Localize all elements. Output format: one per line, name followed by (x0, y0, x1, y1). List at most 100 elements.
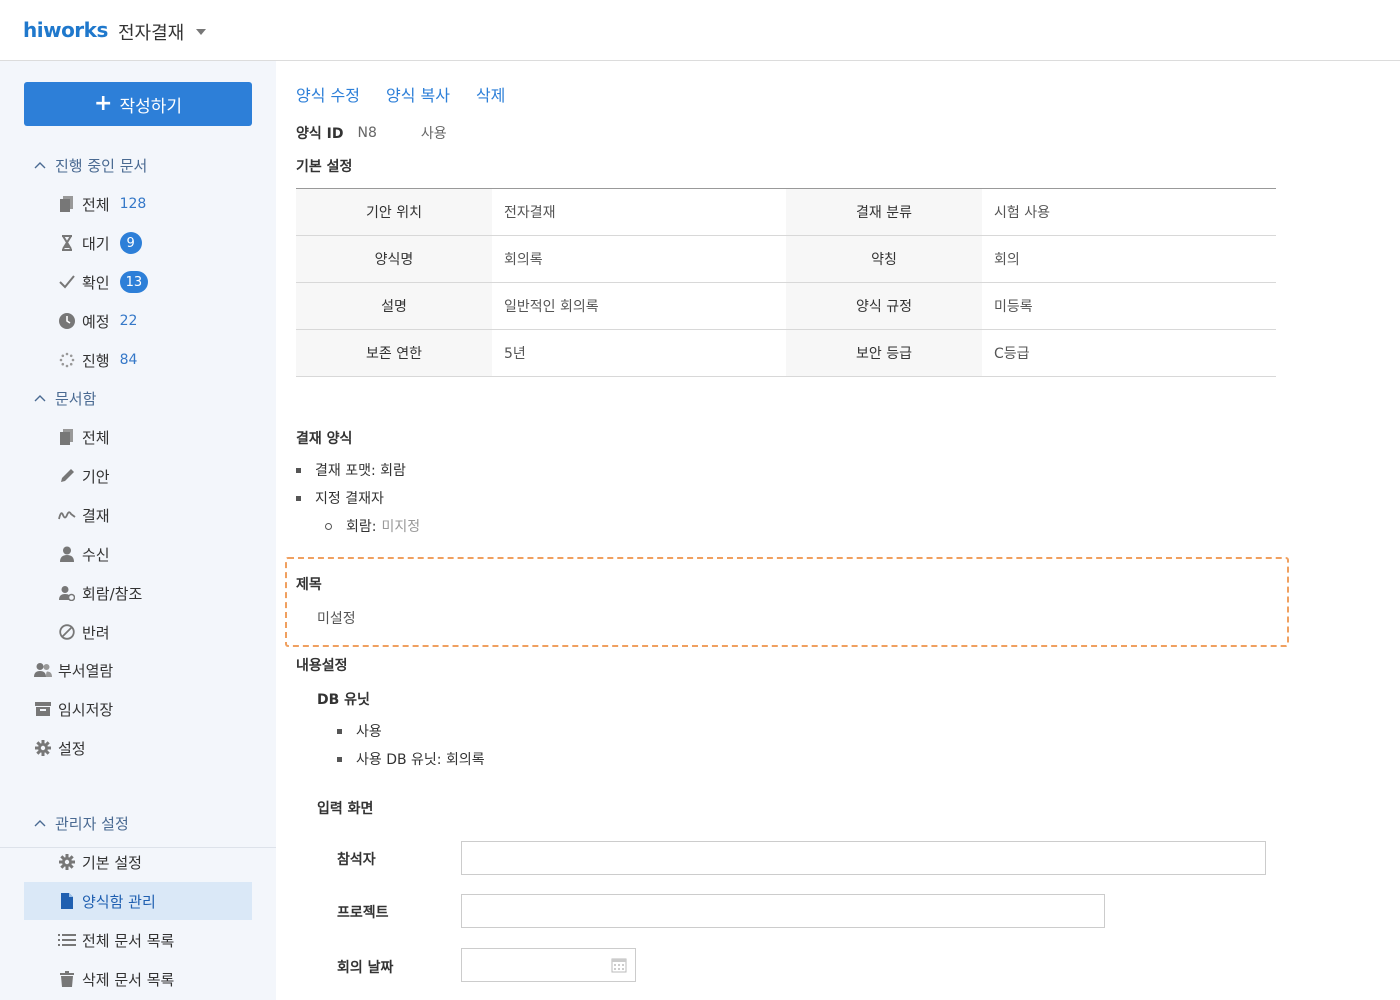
sidebar-item-waiting[interactable]: 대기 9 (58, 231, 142, 255)
form-id-value: N8 (357, 125, 377, 141)
sidebar-item-label: 임시저장 (58, 700, 114, 719)
clock-icon (58, 312, 76, 330)
sidebar-item-confirm[interactable]: 확인 13 (58, 270, 149, 294)
meeting-date-label: 회의 날짜 (337, 960, 394, 976)
list-item: 회람: 미지정 (325, 516, 420, 536)
attendees-input[interactable] (461, 841, 1266, 875)
list-item: 지정 결재자 (296, 488, 384, 508)
table-key: 보안 등급 (786, 329, 982, 377)
form-status: 사용 (420, 126, 447, 142)
sidebar-item-form-management[interactable]: 양식함 관리 (58, 889, 156, 913)
table-key: 양식명 (296, 235, 492, 283)
table-value: 회의록 (492, 235, 786, 283)
project-input[interactable] (461, 894, 1105, 928)
sidebar-item-department[interactable]: 부서열람 (34, 658, 113, 682)
sidebar-item-received[interactable]: 수신 (58, 542, 110, 566)
plus-icon: + (94, 91, 113, 116)
count-confirm-badge: 13 (119, 271, 149, 293)
documents-icon (58, 195, 76, 213)
delete-form-link[interactable]: 삭제 (476, 82, 505, 106)
count-ongoing: 84 (119, 352, 138, 368)
list-item: 사용 (337, 721, 382, 741)
sidebar-item-ongoing[interactable]: 진행 84 (58, 348, 137, 372)
sidebar-item-label: 대기 (82, 234, 110, 253)
sidebar-item-basic-settings[interactable]: 기본 설정 (58, 850, 142, 874)
copy-form-link[interactable]: 양식 복사 (386, 82, 450, 106)
section-admin-label: 관리자 설정 (55, 814, 129, 833)
edit-form-link[interactable]: 양식 수정 (296, 82, 360, 106)
section-docbox-label: 문서함 (55, 389, 97, 408)
subject-title: 제목 (296, 577, 322, 593)
section-in-progress[interactable]: 진행 중인 문서 (34, 153, 147, 177)
subject-value: 미설정 (317, 611, 356, 627)
app-switcher-caret-icon[interactable] (196, 29, 206, 35)
sidebar-item-approval[interactable]: 결재 (58, 503, 110, 527)
count-scheduled: 22 (119, 313, 138, 329)
input-screen-title: 입력 화면 (317, 801, 374, 817)
sidebar-item-label: 결재 (82, 506, 110, 525)
hiworks-logo[interactable]: hiworks (23, 18, 108, 42)
table-key: 기안 위치 (296, 188, 492, 236)
sidebar-item-settings[interactable]: 설정 (34, 736, 86, 760)
main-content: 양식 수정 양식 복사 삭제 양식 ID N8 사용 기본 설정 기안 위치 전… (276, 61, 1400, 1000)
project-label: 프로젝트 (337, 905, 389, 921)
table-value: 전자결재 (492, 188, 786, 236)
meeting-date-input[interactable] (461, 948, 636, 982)
attendees-label: 참석자 (337, 852, 376, 868)
basic-settings-table: 기안 위치 전자결재 결재 분류 시험 사용 양식명 회의록 약칭 회의 설명 … (296, 188, 1276, 377)
spinner-icon (58, 351, 76, 369)
users-icon (34, 661, 52, 679)
table-key: 보존 연한 (296, 329, 492, 377)
section-docbox[interactable]: 문서함 (34, 386, 96, 410)
sidebar-item-label: 반려 (82, 623, 110, 642)
sidebar-item-label: 기안 (82, 467, 110, 486)
table-key: 결재 분류 (786, 188, 982, 236)
sidebar-item-label: 전체 문서 목록 (82, 931, 175, 950)
checkmark-icon (58, 273, 76, 291)
db-unit-use-text: 사용 (356, 724, 382, 740)
signature-icon (58, 506, 76, 524)
bullet-circle-icon (325, 522, 332, 530)
table-row: 기안 위치 전자결재 결재 분류 시험 사용 (296, 188, 1276, 236)
document-icon (58, 892, 76, 910)
sidebar-item-all-documents[interactable]: 전체 문서 목록 (58, 928, 174, 952)
compose-button[interactable]: + 작성하기 (24, 82, 252, 126)
approval-format-text: 결재 포맷: 회람 (315, 463, 406, 479)
app-title[interactable]: 전자결재 (118, 19, 184, 45)
table-key: 설명 (296, 282, 492, 330)
table-value: 미등록 (982, 282, 1276, 330)
sidebar-item-deleted-documents[interactable]: 삭제 문서 목록 (58, 967, 174, 991)
sidebar-item-label: 수신 (82, 545, 110, 564)
user-share-icon (58, 584, 76, 602)
count-all: 128 (119, 196, 147, 212)
sidebar-item-temp-save[interactable]: 임시저장 (34, 697, 113, 721)
hourglass-icon (58, 234, 76, 252)
sidebar-item-label: 삭제 문서 목록 (82, 970, 175, 989)
compose-label: 작성하기 (119, 96, 182, 117)
table-value: 회의 (982, 235, 1276, 283)
bullet-square-icon (296, 495, 301, 501)
sidebar-item-scheduled[interactable]: 예정 22 (58, 309, 137, 333)
table-row: 양식명 회의록 약칭 회의 (296, 235, 1276, 283)
circulation-label: 회람: (346, 519, 377, 535)
section-admin[interactable]: 관리자 설정 (34, 811, 129, 835)
documents-icon (58, 428, 76, 446)
sidebar-item-label: 기본 설정 (82, 853, 142, 872)
calendar-icon[interactable] (611, 957, 627, 977)
sidebar-item-docbox-all[interactable]: 전체 (58, 425, 110, 449)
sidebar-item-circulation[interactable]: 회람/참조 (58, 581, 142, 605)
sidebar-item-all-in-progress[interactable]: 전체 128 (58, 192, 146, 216)
db-unit-title: DB 유닛 (317, 692, 370, 708)
chevron-up-icon (34, 394, 48, 402)
sidebar-item-draft[interactable]: 기안 (58, 464, 110, 488)
form-actions: 양식 수정 양식 복사 삭제 (296, 82, 505, 106)
pencil-icon (58, 467, 76, 485)
highlight-box (285, 557, 1289, 647)
bullet-square-icon (337, 756, 342, 762)
sidebar-item-label: 전체 (82, 428, 110, 447)
chevron-up-icon (34, 161, 48, 169)
form-id-label: 양식 ID (296, 126, 344, 142)
table-value: C등급 (982, 329, 1276, 377)
sidebar: + 작성하기 진행 중인 문서 전체 128 대기 9 확인 13 예정 22 … (0, 61, 276, 1000)
sidebar-item-rejected[interactable]: 반려 (58, 620, 110, 644)
